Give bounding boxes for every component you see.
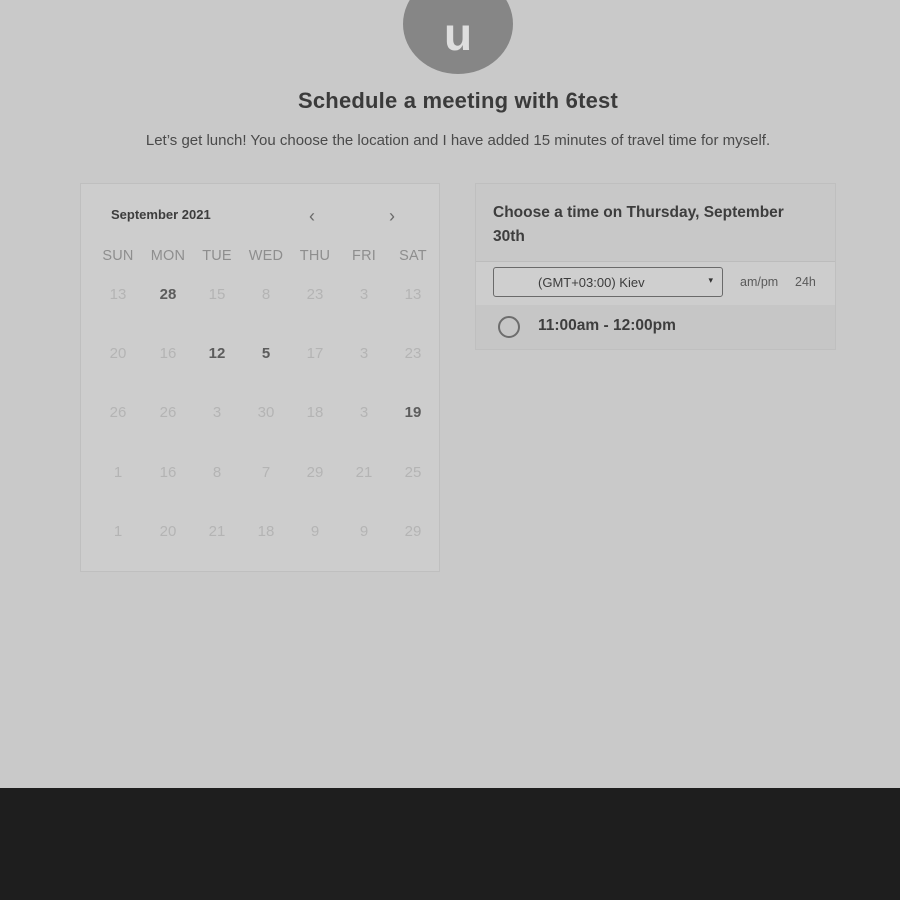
calendar-day: 13 — [404, 286, 422, 303]
calendar-day: 8 — [212, 464, 222, 481]
weekday-label: THU — [299, 248, 331, 264]
time-selection-panel: Choose a time on Thursday, September 30t… — [475, 183, 836, 350]
timezone-select[interactable]: (GMT+03:00) Kiev ▾ — [493, 267, 723, 297]
weekday-label: SAT — [399, 248, 427, 264]
calendar-day: 21 — [208, 523, 226, 540]
time-slot[interactable]: 11:00am - 12:00pm — [476, 305, 835, 349]
format-24h-toggle[interactable]: 24h — [795, 275, 816, 289]
calendar-day: 26 — [159, 404, 177, 421]
page-title: Schedule a meeting with 6test — [298, 88, 618, 113]
calendar-day: 29 — [306, 464, 324, 481]
calendar-day: 1 — [113, 523, 123, 540]
calendar-day: 23 — [306, 286, 324, 303]
time-panel-header: Choose a time on Thursday, September 30t… — [476, 184, 835, 262]
weekday-label: TUE — [202, 248, 232, 264]
calendar: September 2021 ‹ › SUN MON TUE WED THU F… — [80, 183, 440, 572]
calendar-day: 17 — [306, 345, 324, 362]
weekday-label: SUN — [102, 248, 134, 264]
calendar-day[interactable]: 19 — [388, 398, 438, 428]
bottom-dark-bar — [0, 788, 900, 900]
calendar-day: 26 — [109, 404, 127, 421]
calendar-day: 3 — [359, 286, 369, 303]
booking-page: u Schedule a meeting with 6test Let’s ge… — [0, 0, 900, 788]
calendar-weekdays: SUN MON TUE WED THU FRI SAT — [93, 248, 439, 268]
calendar-month-label: September 2021 — [111, 207, 211, 222]
avatar: u — [403, 0, 513, 74]
weekday-label: WED — [248, 248, 284, 264]
weekday-label: FRI — [352, 248, 376, 264]
calendar-day: 18 — [257, 523, 275, 540]
avatar-initial: u — [443, 8, 473, 60]
calendar-day[interactable]: 12 — [192, 339, 242, 369]
calendar-day: 3 — [359, 404, 369, 421]
calendar-day: 30 — [257, 404, 275, 421]
calendar-day: 20 — [159, 523, 177, 540]
calendar-day: 25 — [404, 464, 422, 481]
calendar-day: 16 — [159, 345, 177, 362]
caret-down-icon: ▾ — [708, 275, 713, 285]
calendar-day: 1 — [113, 464, 123, 481]
time-slot-label: 11:00am - 12:00pm — [538, 317, 676, 334]
calendar-day: 29 — [404, 523, 422, 540]
calendar-day: 23 — [404, 345, 422, 362]
calendar-day: 3 — [212, 404, 222, 421]
chevron-left-icon[interactable]: ‹ — [302, 206, 322, 227]
calendar-day: 15 — [208, 286, 226, 303]
weekday-label: MON — [150, 248, 186, 264]
calendar-day: 20 — [109, 345, 127, 362]
calendar-day: 9 — [359, 523, 369, 540]
calendar-day: 9 — [310, 523, 320, 540]
radio-circle-icon[interactable] — [498, 316, 520, 338]
calendar-day: 18 — [306, 404, 324, 421]
calendar-day-grid: 13 28 15 8 23 3 13 20 16 12 5 17 3 23 26 26 3 30 18 3 19 1 16 8… — [93, 280, 441, 570]
calendar-day: 13 — [109, 286, 127, 303]
time-panel-title: Choose a time on Thursday, September 30t… — [493, 204, 784, 245]
calendar-day[interactable]: 5 — [241, 339, 291, 369]
page-subtitle: Let’s get lunch! You choose the location… — [145, 132, 771, 149]
calendar-day: 3 — [359, 345, 369, 362]
format-ampm-toggle[interactable]: am/pm — [740, 275, 778, 289]
calendar-day: 21 — [355, 464, 373, 481]
timezone-value: (GMT+03:00) Kiev — [538, 275, 645, 290]
calendar-day: 16 — [159, 464, 177, 481]
calendar-day: 8 — [261, 286, 271, 303]
calendar-day: 7 — [261, 464, 271, 481]
calendar-day[interactable]: 28 — [143, 280, 193, 310]
chevron-right-icon[interactable]: › — [382, 206, 402, 227]
